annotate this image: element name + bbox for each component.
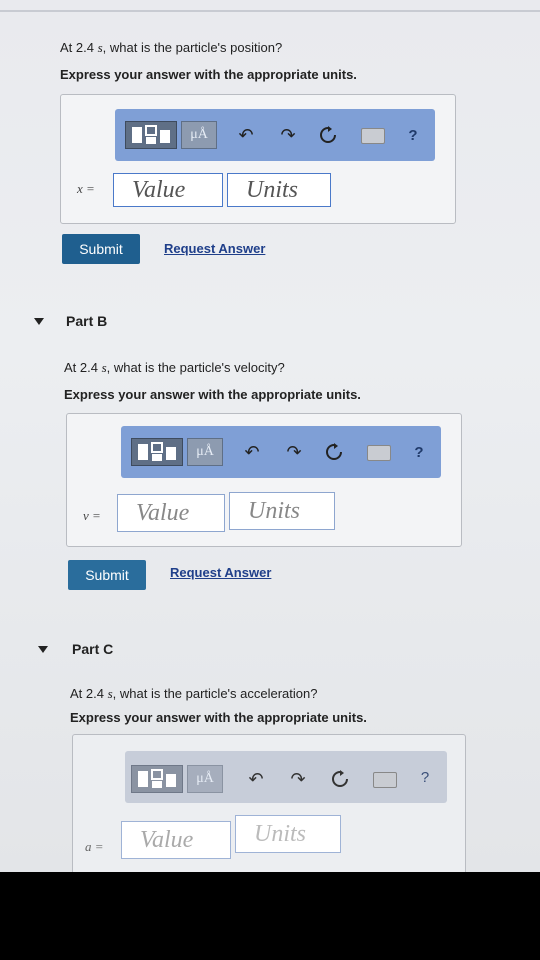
screen: At 2.4 s, what is the particle's positio… xyxy=(0,0,540,872)
partB-toolbar: μÅ ↶ ↷ ? xyxy=(121,426,441,478)
top-divider xyxy=(0,10,540,12)
reset-icon[interactable] xyxy=(323,441,345,463)
partA-value-input[interactable]: Value xyxy=(113,173,223,207)
units-icon[interactable]: μÅ xyxy=(187,765,223,793)
partC-question: At 2.4 s, what is the particle's acceler… xyxy=(70,686,318,701)
partB-value-input[interactable]: Value xyxy=(117,494,225,532)
partA-variable-label: x = xyxy=(77,181,95,196)
units-icon[interactable]: μÅ xyxy=(181,121,217,149)
keyboard-icon[interactable] xyxy=(373,772,397,788)
partB-instruction: Express your answer with the appropriate… xyxy=(64,387,361,402)
reset-icon[interactable] xyxy=(317,124,339,146)
partB-answer-panel: μÅ ↶ ↷ ? v = Value Units xyxy=(66,413,462,547)
reset-icon[interactable] xyxy=(329,768,351,790)
undo-icon[interactable]: ↶ xyxy=(235,124,257,146)
partC-value-input[interactable]: Value xyxy=(121,821,231,859)
templates-icon[interactable] xyxy=(125,121,177,149)
partB-title: Part B xyxy=(66,313,108,329)
partB-submit-button[interactable]: Submit xyxy=(68,560,146,590)
partC-title: Part C xyxy=(72,641,114,657)
partA-units-input[interactable]: Units xyxy=(227,173,331,207)
partA-request-answer-link[interactable]: Request Answer xyxy=(164,241,265,256)
undo-icon[interactable]: ↶ xyxy=(245,768,267,790)
partB-collapse-caret-icon[interactable] xyxy=(34,318,44,325)
templates-icon[interactable] xyxy=(131,438,183,466)
partC-toolbar: μÅ ↶ ↷ ? xyxy=(125,751,447,803)
redo-icon[interactable]: ↷ xyxy=(283,441,305,463)
redo-icon[interactable]: ↷ xyxy=(287,768,309,790)
partB-question: At 2.4 s, what is the particle's velocit… xyxy=(64,360,285,375)
partC-answer-panel: μÅ ↶ ↷ ? a = Value Units xyxy=(72,734,466,872)
help-icon[interactable]: ? xyxy=(415,766,435,788)
partC-units-input[interactable]: Units xyxy=(235,815,341,853)
partA-answer-panel: μÅ ↶ ↷ ? x = Value Units xyxy=(60,94,456,224)
partA-instruction: Express your answer with the appropriate… xyxy=(60,67,357,82)
partB-request-answer-link[interactable]: Request Answer xyxy=(170,565,271,580)
keyboard-icon[interactable] xyxy=(367,445,391,461)
partC-collapse-caret-icon[interactable] xyxy=(38,646,48,653)
units-icon[interactable]: μÅ xyxy=(187,438,223,466)
redo-icon[interactable]: ↷ xyxy=(277,124,299,146)
partA-question: At 2.4 s, what is the particle's positio… xyxy=(60,40,283,55)
partC-instruction: Express your answer with the appropriate… xyxy=(70,710,367,725)
undo-icon[interactable]: ↶ xyxy=(241,441,263,463)
templates-icon[interactable] xyxy=(131,765,183,793)
help-icon[interactable]: ? xyxy=(409,441,429,463)
partA-submit-button[interactable]: Submit xyxy=(62,234,140,264)
help-icon[interactable]: ? xyxy=(403,124,423,146)
partB-units-input[interactable]: Units xyxy=(229,492,335,530)
partC-variable-label: a = xyxy=(85,839,104,854)
keyboard-icon[interactable] xyxy=(361,128,385,144)
partA-toolbar: μÅ ↶ ↷ ? xyxy=(115,109,435,161)
partB-variable-label: v = xyxy=(83,508,101,523)
